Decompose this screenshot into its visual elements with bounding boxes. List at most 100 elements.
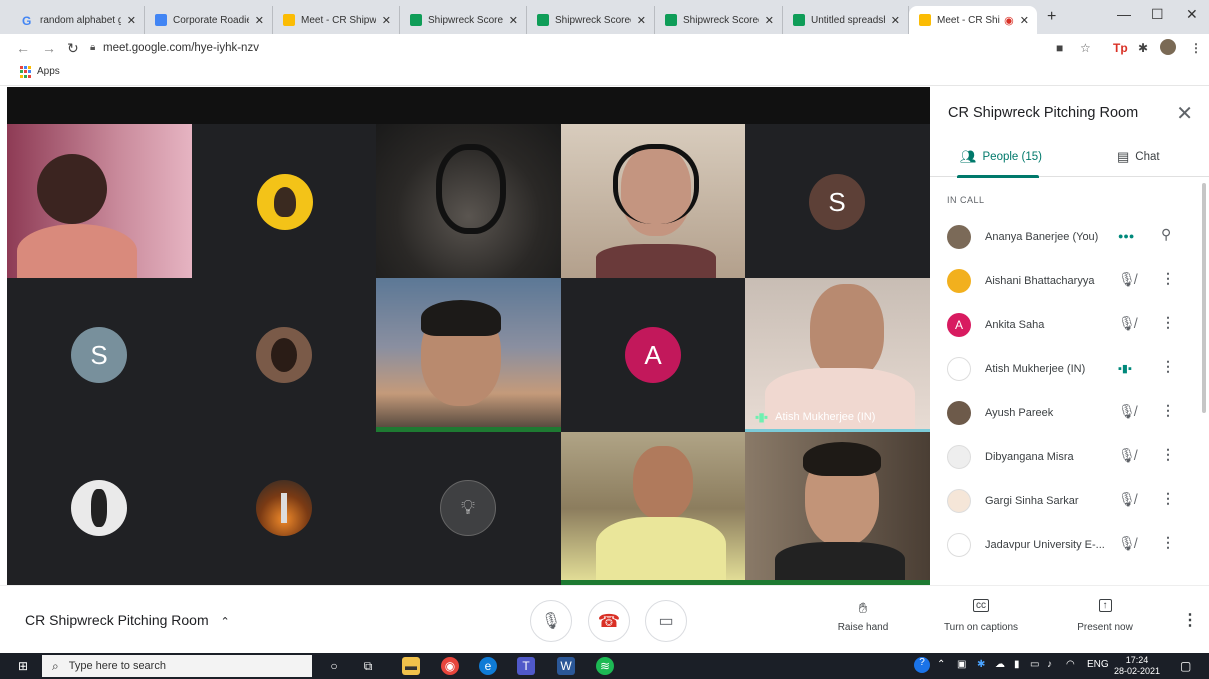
camera-indicator-icon[interactable]: ■ <box>1056 41 1063 55</box>
participant-video-tile[interactable] <box>376 278 561 432</box>
back-icon[interactable]: ← <box>16 40 30 56</box>
tab-chat[interactable]: ▤ Chat <box>1117 149 1160 165</box>
input-language[interactable]: ENG <box>1087 659 1109 670</box>
browser-tab[interactable]: Untitled spreadshe ✕ <box>783 6 909 34</box>
participant-avatar-tile[interactable]: A <box>561 278 745 432</box>
close-window-icon[interactable]: ✕ <box>1186 6 1198 23</box>
mic-off-icon[interactable]: 🎙︎̸ <box>1118 403 1136 420</box>
participant-row[interactable]: Atish Mukherjee (IN) ▪▮▪ ⋮ <box>930 347 1200 391</box>
onedrive-icon[interactable]: ☁︎ <box>995 659 1005 670</box>
spotify-icon[interactable]: ≋ <box>596 657 614 675</box>
maximize-icon[interactable]: ☐ <box>1151 6 1164 23</box>
extension-icon[interactable]: Tp <box>1113 41 1128 55</box>
browser-tab[interactable]: Corporate Roadies ✕ <box>145 6 273 34</box>
participant-video-tile[interactable] <box>745 432 930 585</box>
browser-tab[interactable]: Shipwreck Scoreca ✕ <box>527 6 655 34</box>
participant-avatar-tile[interactable]: S <box>745 124 930 278</box>
bookmark-star-icon[interactable]: ☆ <box>1080 41 1091 55</box>
participant-video-tile-speaking[interactable]: ▪▮▪ Atish Mukherjee (IN) <box>745 278 930 432</box>
leave-call-button[interactable]: ☎︎ <box>588 600 630 642</box>
forward-icon[interactable]: → <box>42 40 56 56</box>
present-button[interactable]: ↑ Present now <box>1060 599 1150 633</box>
browser-tab[interactable]: Meet - CR Shipwre ✕ <box>273 6 400 34</box>
bluetooth-icon[interactable]: ✱ <box>977 659 985 670</box>
tab-people[interactable]: 👥︎ People (15) <box>960 149 1042 165</box>
task-view-icon[interactable]: ⧉ <box>359 657 377 675</box>
participant-video-tile[interactable] <box>561 124 745 278</box>
mic-off-icon[interactable]: 🎙︎̸ <box>1118 315 1136 332</box>
participant-avatar-tile[interactable] <box>192 278 376 432</box>
participant-more-icon[interactable]: ⋮ <box>1161 490 1175 507</box>
participant-more-icon[interactable]: ⋮ <box>1161 446 1175 463</box>
captions-button[interactable]: cc Turn on captions <box>936 599 1026 633</box>
mic-off-icon[interactable]: 🎙︎̸ <box>1118 535 1136 552</box>
participant-more-icon[interactable]: ⋮ <box>1161 402 1175 419</box>
participant-avatar-tile[interactable]: S <box>7 278 192 432</box>
teams-icon[interactable]: T <box>517 657 535 675</box>
scrollbar-thumb[interactable] <box>1202 183 1206 413</box>
edge-icon[interactable]: e <box>479 657 497 675</box>
participant-avatar-tile[interactable] <box>192 124 376 278</box>
browser-tab[interactable]: Shipwreck Scoreca ✕ <box>400 6 527 34</box>
cortana-icon[interactable]: ○ <box>325 657 343 675</box>
help-icon[interactable]: ? <box>914 657 930 673</box>
raise-hand-button[interactable]: ✋︎ Raise hand <box>818 600 908 633</box>
apps-label[interactable]: Apps <box>37 66 60 77</box>
microphone-button[interactable]: 🎙︎ <box>530 600 572 642</box>
participant-avatar-tile[interactable] <box>192 432 376 585</box>
participant-more-icon[interactable]: ⋮ <box>1161 314 1175 331</box>
extensions-puzzle-icon[interactable]: ✱ <box>1138 41 1148 55</box>
new-tab-icon[interactable]: + <box>1047 8 1056 26</box>
close-tab-icon[interactable]: ✕ <box>127 14 136 27</box>
speaking-dots-icon[interactable]: ●●● <box>1118 231 1134 241</box>
close-tab-icon[interactable]: ✕ <box>382 14 391 27</box>
file-explorer-icon[interactable]: ▬ <box>402 657 420 675</box>
participant-video-tile[interactable] <box>7 124 192 278</box>
close-tab-icon[interactable]: ✕ <box>891 14 900 27</box>
close-tab-icon[interactable]: ✕ <box>509 14 518 27</box>
participant-row[interactable]: Ayush Pareek 🎙︎̸ ⋮ <box>930 391 1200 435</box>
audio-level-icon[interactable]: ▪▮▪ <box>1118 362 1132 375</box>
participant-more-icon[interactable]: ⋮ <box>1161 358 1175 375</box>
close-tab-icon[interactable]: ✕ <box>1020 14 1029 27</box>
browser-tab-active[interactable]: Meet - CR Shi ◉ ✕ <box>909 6 1037 34</box>
participant-video-tile[interactable] <box>376 124 561 278</box>
more-options-icon[interactable]: ⋮ <box>1182 610 1198 630</box>
camera-button[interactable]: ▭ <box>645 600 687 642</box>
minimize-icon[interactable]: — <box>1117 6 1131 22</box>
close-tab-icon[interactable]: ✕ <box>765 14 774 27</box>
notifications-icon[interactable]: ▢ <box>1180 659 1191 673</box>
mic-off-icon[interactable]: 🎙︎̸ <box>1118 447 1136 464</box>
participant-avatar-tile[interactable] <box>7 432 192 585</box>
mic-off-icon[interactable]: 🎙︎̸ <box>1118 271 1136 288</box>
participant-more-icon[interactable]: ⋮ <box>1161 270 1175 287</box>
mic-off-icon[interactable]: 🎙︎̸ <box>1118 491 1136 508</box>
participant-row[interactable]: Aishani Bhattacharyya 🎙︎̸ ⋮ <box>930 259 1200 303</box>
close-tab-icon[interactable]: ✕ <box>637 14 646 27</box>
apps-icon[interactable] <box>20 66 32 78</box>
taskbar-search[interactable]: ⌕ Type here to search <box>42 655 312 677</box>
participant-row[interactable]: Jadavpur University E-... 🎙︎̸ ⋮ <box>930 523 1200 567</box>
reload-icon[interactable]: ↻ <box>67 40 79 57</box>
browser-tab[interactable]: Shipwreck Scoreca ✕ <box>655 6 783 34</box>
participant-video-tile[interactable] <box>561 432 745 585</box>
participant-avatar-tile[interactable]: 💡︎ <box>376 432 561 585</box>
chrome-icon[interactable]: ◉ <box>441 657 459 675</box>
battery-icon[interactable]: ▭ <box>1030 659 1039 670</box>
participant-row[interactable]: Ananya Banerjee (You) ●●● ⚲ <box>930 215 1200 259</box>
mic-tray-icon[interactable]: ▮ <box>1014 659 1020 670</box>
network-icon[interactable]: ▣ <box>957 659 966 670</box>
browser-tab[interactable]: G random alphabet g ✕ <box>12 6 145 34</box>
windows-start-icon[interactable]: ⊞ <box>14 657 32 675</box>
participant-row[interactable]: A Ankita Saha 🎙︎̸ ⋮ <box>930 303 1200 347</box>
tray-chevron-icon[interactable]: ⌃ <box>937 659 945 670</box>
wifi-icon[interactable]: ◠ <box>1066 659 1075 670</box>
volume-icon[interactable]: ♪ <box>1047 659 1052 670</box>
participant-row[interactable]: Gargi Sinha Sarkar 🎙︎̸ ⋮ <box>930 479 1200 523</box>
participant-more-icon[interactable]: ⋮ <box>1161 534 1175 551</box>
profile-avatar[interactable] <box>1160 39 1176 55</box>
pin-icon[interactable]: ⚲ <box>1161 226 1171 243</box>
close-tab-icon[interactable]: ✕ <box>255 14 264 27</box>
browser-menu-icon[interactable]: ⋮ <box>1190 41 1202 55</box>
system-clock[interactable]: 17:24 28-02-2021 <box>1114 655 1160 677</box>
